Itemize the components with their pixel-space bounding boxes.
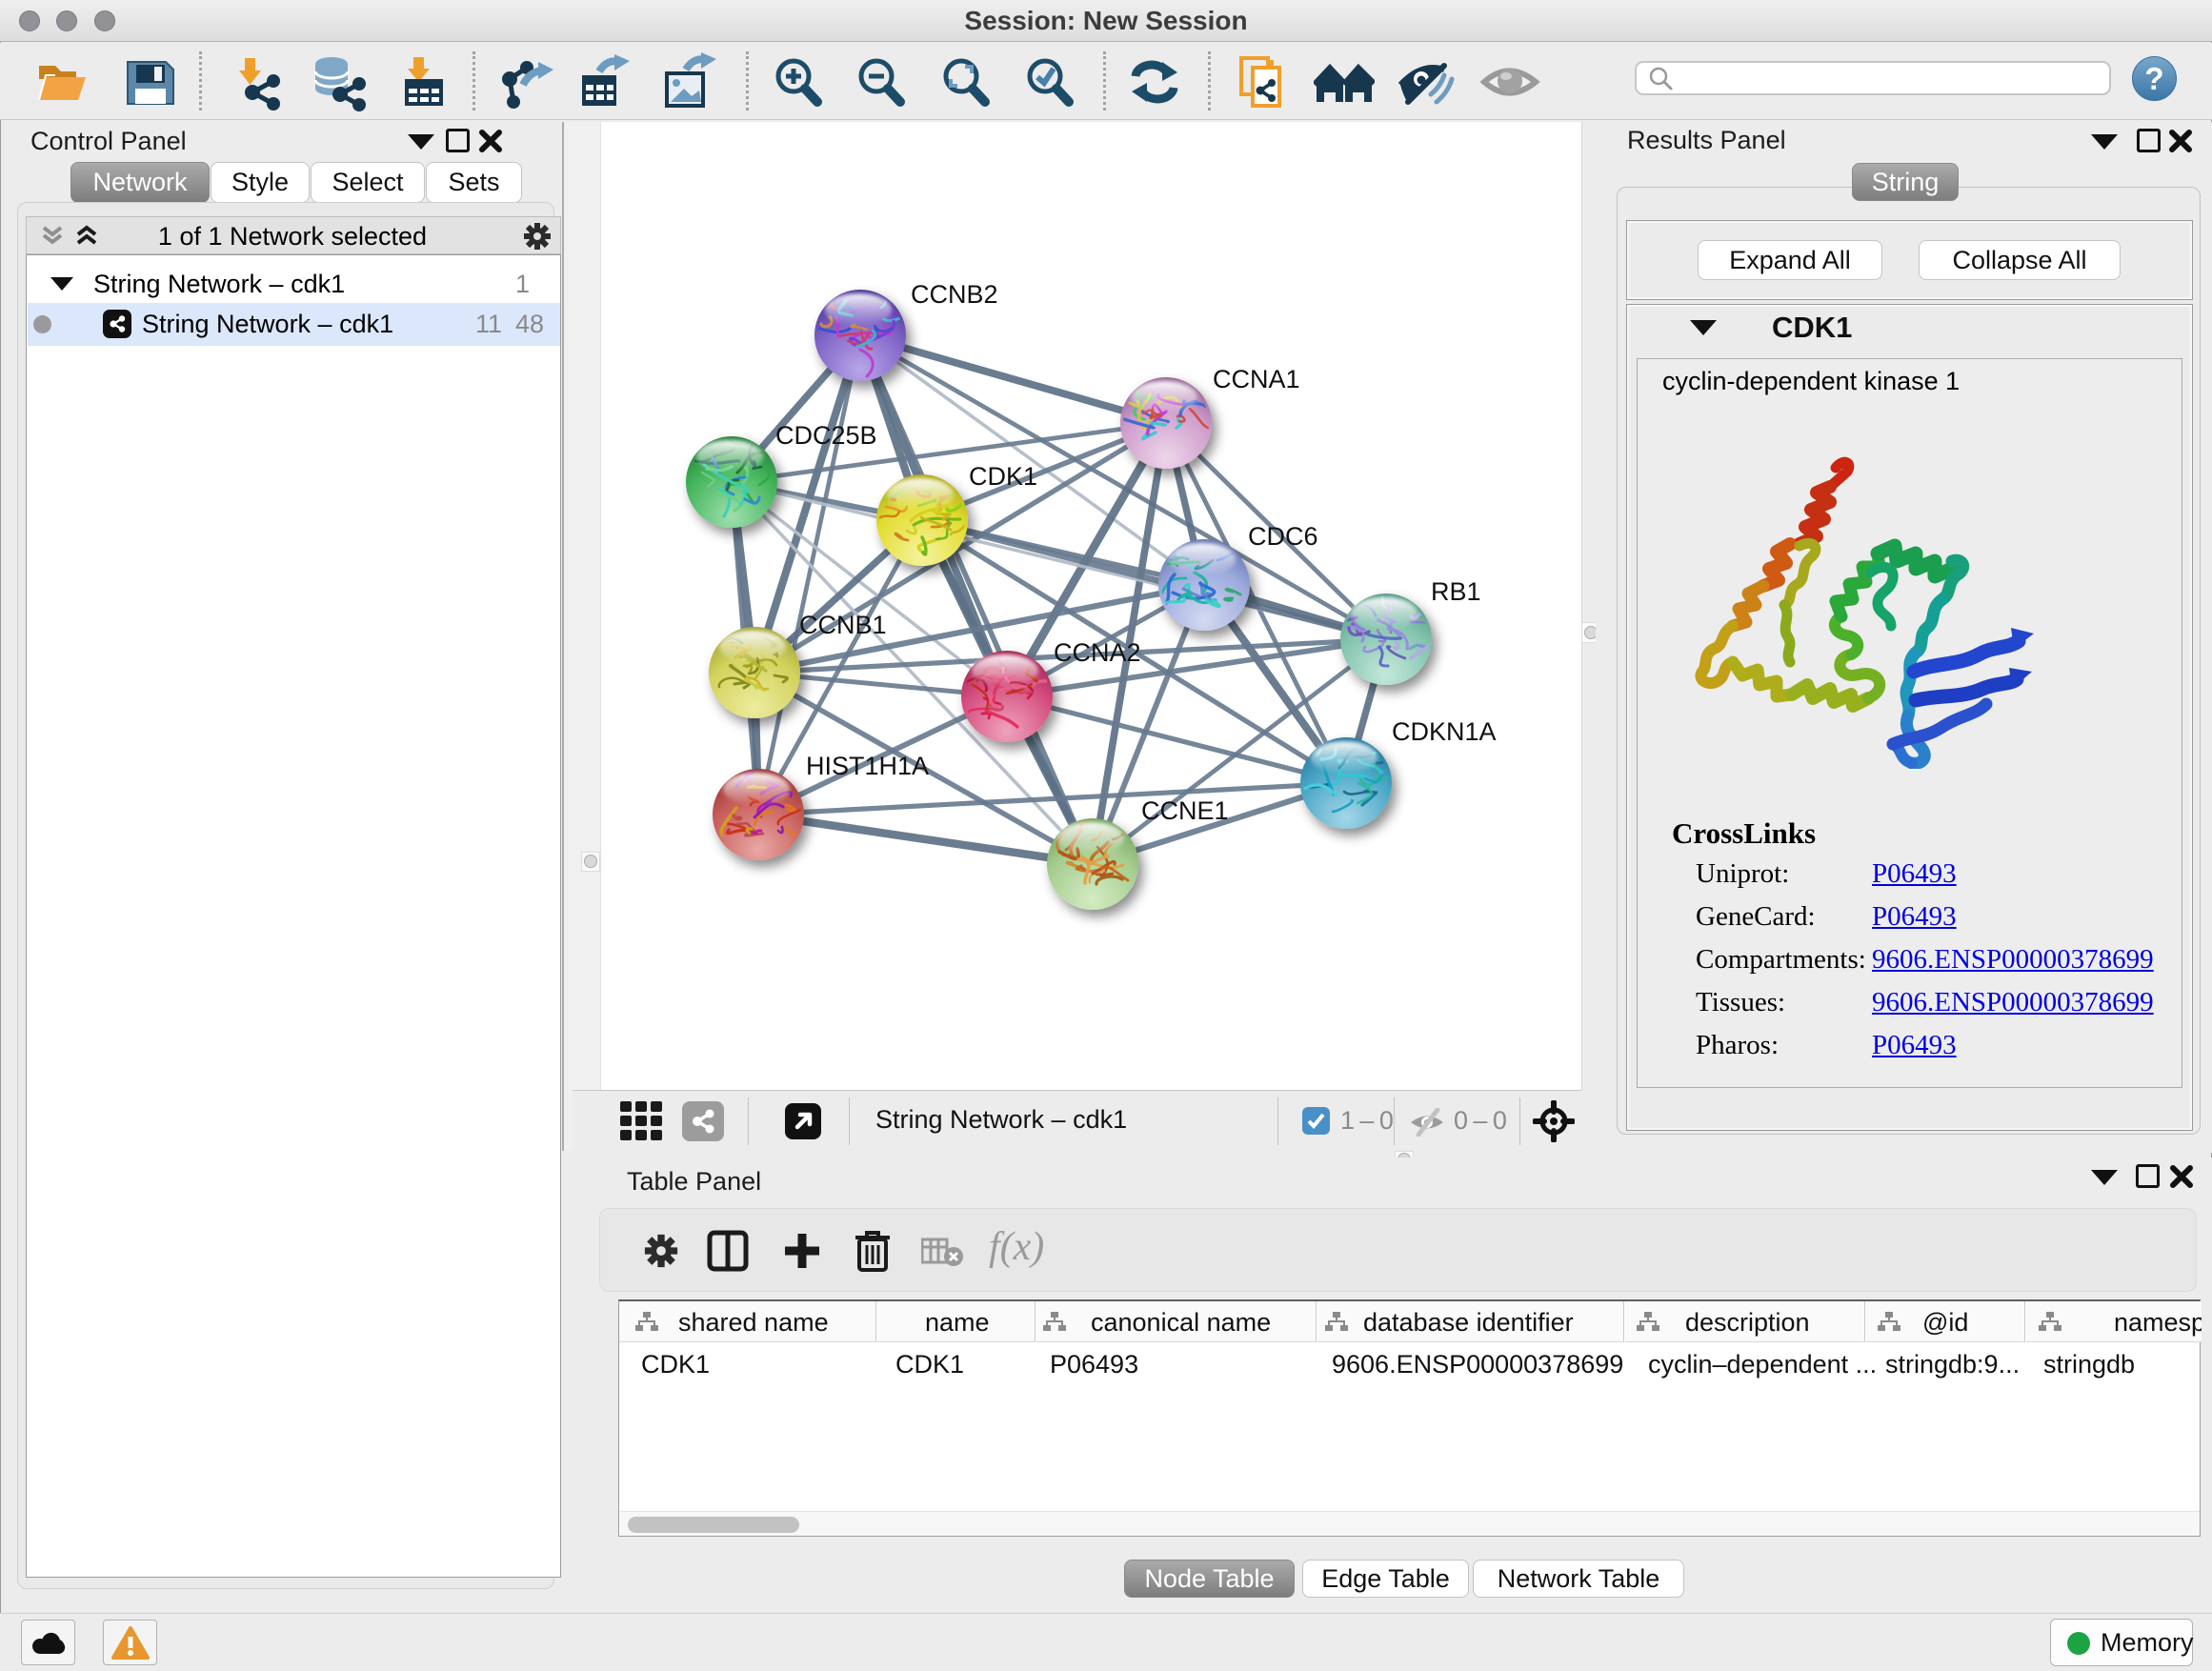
svg-text:CCNB1: CCNB1 [799, 611, 887, 639]
svg-text:CDKN1A: CDKN1A [1392, 717, 1497, 746]
svg-text:CDC6: CDC6 [1248, 522, 1318, 551]
svg-text:CCNA2: CCNA2 [1054, 638, 1141, 667]
svg-text:CCNA1: CCNA1 [1213, 365, 1300, 393]
svg-text:CDC25B: CDC25B [775, 421, 877, 450]
svg-text:CDK1: CDK1 [969, 462, 1037, 491]
svg-text:HIST1H1A: HIST1H1A [806, 752, 929, 780]
svg-text:CCNB2: CCNB2 [911, 280, 998, 309]
svg-text:RB1: RB1 [1431, 577, 1481, 606]
svg-text:CCNE1: CCNE1 [1141, 796, 1229, 825]
